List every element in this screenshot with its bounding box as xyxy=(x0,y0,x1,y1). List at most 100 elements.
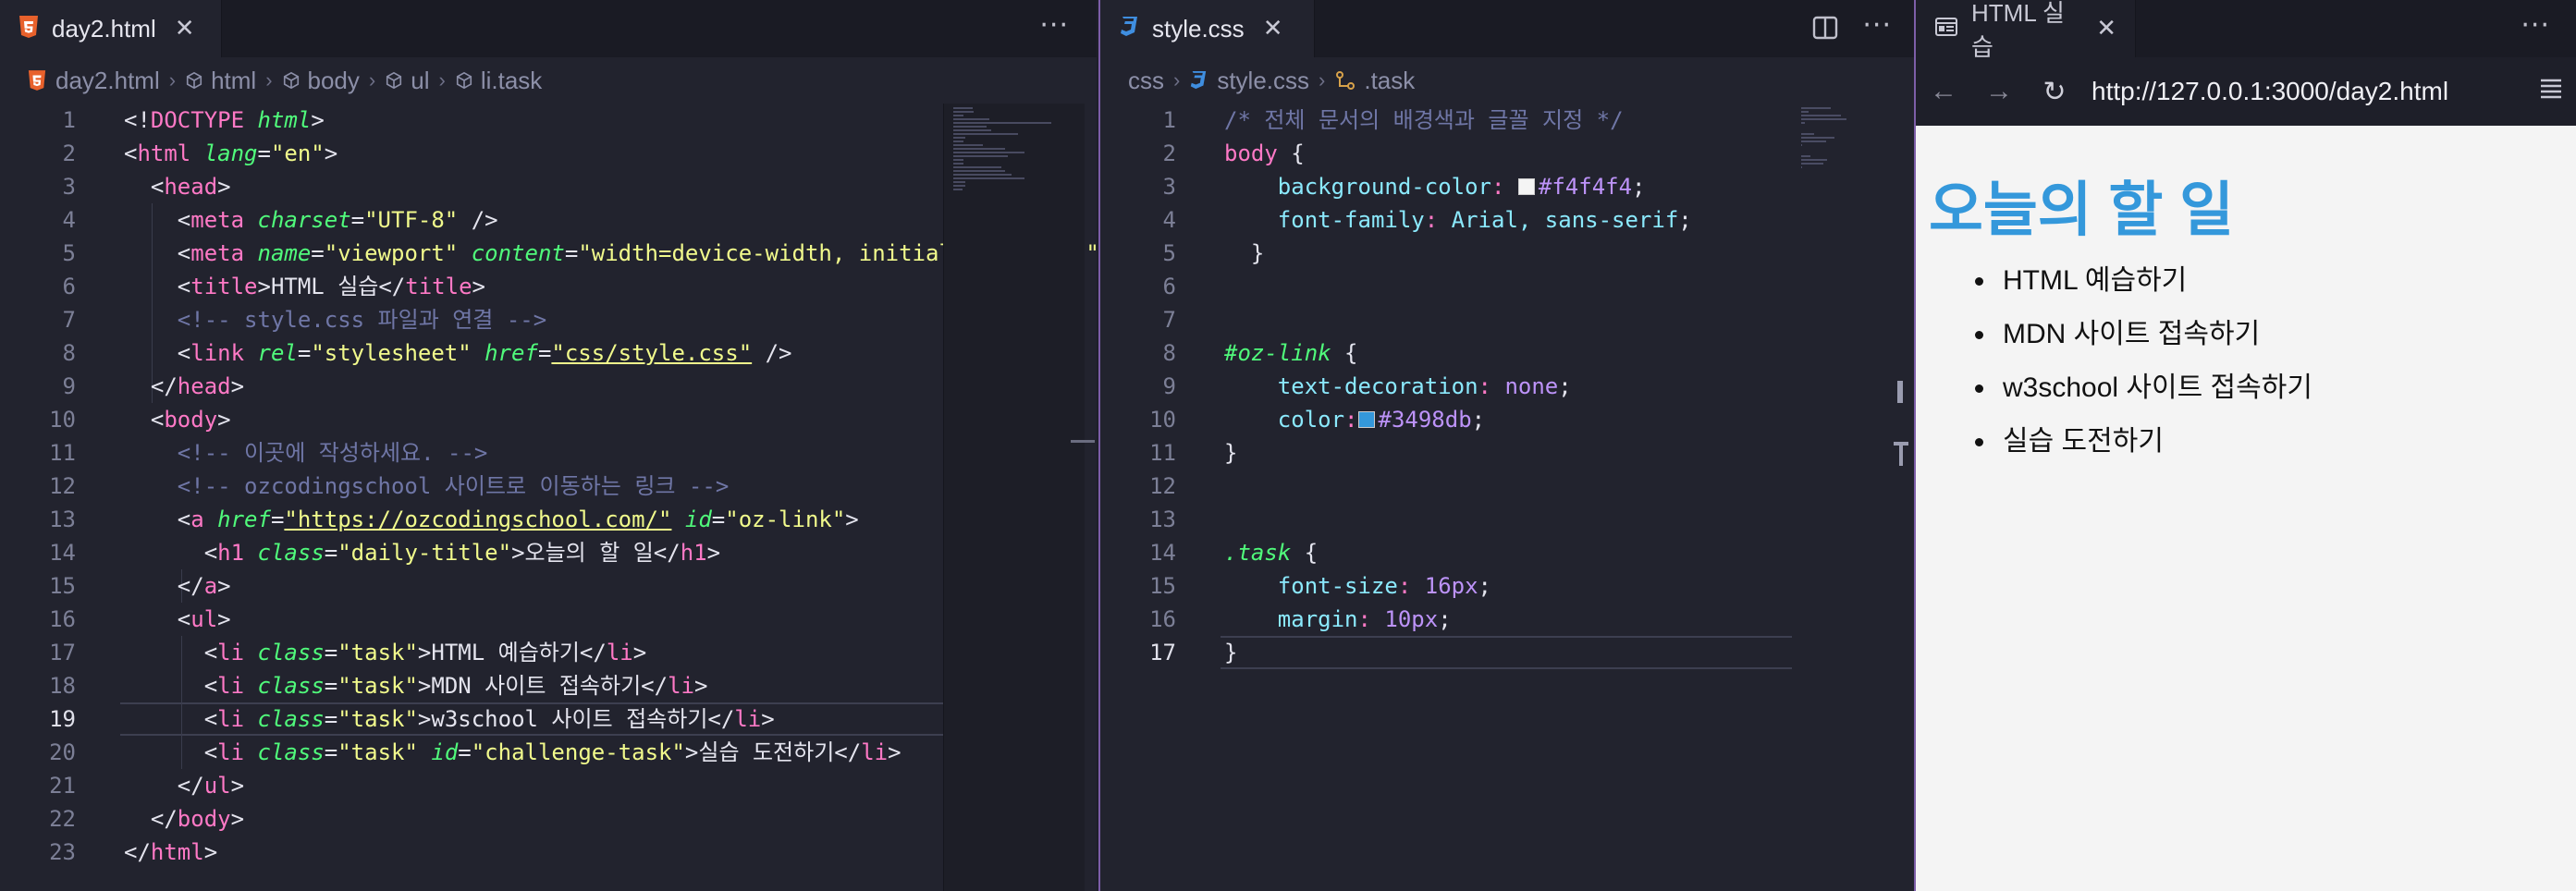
url-field[interactable]: http://127.0.0.1:3000/day2.html xyxy=(2091,77,2448,106)
html-tab-bar: day2.html ✕ ··· xyxy=(0,0,1097,57)
minimap-line xyxy=(1801,118,1846,120)
css3-icon xyxy=(1191,71,1207,90)
breadcrumb-item[interactable]: day2.html xyxy=(28,67,160,95)
html5-icon xyxy=(28,70,46,91)
breadcrumb-item[interactable]: body xyxy=(282,67,360,95)
more-actions-icon[interactable]: ··· xyxy=(1862,9,1892,42)
line-number: 5 xyxy=(1162,240,1176,266)
element-icon xyxy=(456,71,472,90)
tab-html-practice[interactable]: HTML 실습 ✕ xyxy=(1916,0,2136,61)
code-text: } xyxy=(1224,440,1238,466)
html-minimap[interactable] xyxy=(943,104,1085,891)
more-actions-icon[interactable]: ··· xyxy=(2521,9,2550,42)
minimap-line xyxy=(953,115,964,116)
minimap-line xyxy=(953,107,973,109)
code-text: <li class="task">w3school 사이트 접속하기</li> xyxy=(124,706,775,732)
minimap-line xyxy=(953,140,964,142)
breadcrumb-item[interactable]: ul xyxy=(385,67,429,95)
chevron-right-icon: › xyxy=(265,68,273,92)
browser-page-icon xyxy=(1934,16,1958,42)
reload-icon[interactable]: ↻ xyxy=(2027,76,2082,108)
minimap-line xyxy=(953,137,965,139)
task-item: HTML 예습하기 xyxy=(1975,264,2312,318)
minimap-line xyxy=(953,166,1001,168)
code-text: color: #3498db; xyxy=(1277,407,1486,433)
line-number: 14 xyxy=(1149,540,1176,566)
code-text: } xyxy=(1224,640,1238,665)
line-number: 12 xyxy=(49,473,76,499)
tab-day2-html[interactable]: day2.html ✕ xyxy=(0,0,222,57)
close-icon[interactable]: ✕ xyxy=(175,15,195,43)
code-text: margin: 10px; xyxy=(1277,606,1452,632)
breadcrumb-item[interactable]: html xyxy=(185,67,256,95)
line-number: 8 xyxy=(62,340,76,366)
chevron-right-icon: › xyxy=(368,68,376,92)
code-text: <ul> xyxy=(124,606,231,632)
code-text: <li class="task">MDN 사이트 접속하기</li> xyxy=(124,673,708,699)
selector-icon xyxy=(1336,71,1355,90)
line-number: 15 xyxy=(49,573,76,599)
line-number: 3 xyxy=(1162,174,1176,200)
code-text: body { xyxy=(1224,140,1305,166)
code-text: .task { xyxy=(1224,540,1319,566)
tab-label: day2.html xyxy=(52,14,156,43)
code-text: </head> xyxy=(124,373,245,399)
line-number: 23 xyxy=(49,839,76,865)
more-actions-icon[interactable]: ··· xyxy=(1039,9,1069,42)
minimap-line xyxy=(1801,144,1803,146)
tab-style-css[interactable]: style.css ✕ xyxy=(1100,0,1315,57)
line-number: 10 xyxy=(49,407,76,433)
breadcrumb-item[interactable]: .task xyxy=(1334,67,1415,95)
color-swatch[interactable] xyxy=(1357,411,1375,428)
page-heading-link[interactable]: 오늘의 할 일 xyxy=(1929,163,2234,248)
line-number: 9 xyxy=(62,373,76,399)
line-number: 11 xyxy=(1149,440,1176,466)
scrollbar-thumb[interactable] xyxy=(1897,381,1903,403)
css-code-area[interactable]: 1 /* 전체 문서의 배경색과 글꼴 지정 */ 2 body {3 backgro… xyxy=(1100,104,1794,891)
css-minimap[interactable] xyxy=(1796,104,1914,891)
code-text: <!-- style.css 파일과 연결 --> xyxy=(124,307,547,333)
minimap-line xyxy=(953,189,963,190)
css3-icon xyxy=(1119,15,1139,43)
close-icon[interactable]: ✕ xyxy=(2096,15,2116,43)
line-number: 11 xyxy=(49,440,76,466)
minimap-line xyxy=(953,122,1052,124)
breadcrumb-item[interactable]: li.task xyxy=(455,67,542,95)
code-text: <!DOCTYPE html> xyxy=(124,107,325,133)
minimap-line xyxy=(953,163,964,165)
code-text: </ul> xyxy=(124,773,245,799)
current-line-highlight xyxy=(1221,636,1792,669)
minimap-line xyxy=(1801,107,1832,109)
forward-arrow-icon[interactable]: → xyxy=(1971,76,2027,107)
code-text: /* 전체 문서의 배경색과 글꼴 지정 */ xyxy=(1224,107,1624,133)
line-number: 4 xyxy=(1162,207,1176,233)
chevron-right-icon: › xyxy=(168,68,177,92)
code-text: font-family: Arial, sans-serif; xyxy=(1277,207,1692,233)
scrollbar-marker xyxy=(1071,440,1095,443)
line-number: 17 xyxy=(1149,640,1176,665)
html-code-area[interactable]: 1 <!DOCTYPE html> 2 <html lang="en"> 3 <head… xyxy=(0,104,1097,891)
browser-tab-bar: HTML 실습 ✕ ··· xyxy=(1916,0,2576,61)
address-bar: ← → ↻ http://127.0.0.1:3000/day2.html xyxy=(1916,57,2576,127)
breadcrumb-label: html xyxy=(211,66,257,94)
css-editor-pane: style.css ✕ ··· css › style.css › .task 1 /* … xyxy=(1098,0,1914,891)
split-editor-icon[interactable] xyxy=(1812,15,1838,44)
html-editor-pane: day2.html ✕ ··· day2.html › html › body › ul › l… xyxy=(0,0,1097,891)
back-arrow-icon[interactable]: ← xyxy=(1916,76,1971,107)
line-number: 4 xyxy=(62,207,76,233)
menu-icon[interactable] xyxy=(2539,76,2563,104)
breadcrumb: day2.html › html › body › ul › li.task xyxy=(0,57,1097,104)
code-text: <html lang="en"> xyxy=(124,140,338,166)
breadcrumb-item[interactable]: style.css xyxy=(1189,67,1309,95)
line-number: 6 xyxy=(1162,274,1176,299)
color-swatch[interactable] xyxy=(1517,178,1535,195)
element-icon xyxy=(386,71,402,90)
line-number: 21 xyxy=(49,773,76,799)
breadcrumb-label: day2.html xyxy=(55,66,160,94)
line-number: 6 xyxy=(62,274,76,299)
breadcrumb-item[interactable]: css xyxy=(1128,67,1164,95)
code-text: <li class="task" id="challenge-task">실습 … xyxy=(124,739,902,765)
task-item: w3school 사이트 접속하기 xyxy=(1975,372,2312,425)
code-text: <meta charset="UTF-8" /> xyxy=(124,207,498,233)
close-icon[interactable]: ✕ xyxy=(1263,15,1283,43)
